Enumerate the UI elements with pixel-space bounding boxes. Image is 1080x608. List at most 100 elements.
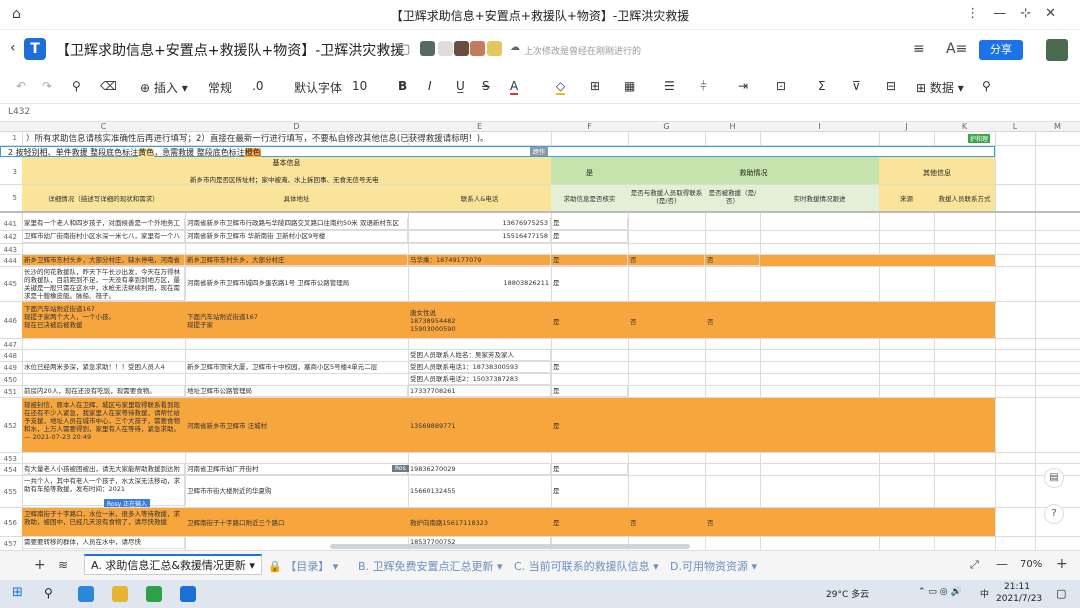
column-header[interactable]: L [995, 122, 1035, 131]
font-color-button[interactable]: A [510, 79, 519, 95]
address-cell[interactable]: 河南省新乡市卫辉市 汪城村 [185, 421, 408, 431]
column-header[interactable]: J [879, 122, 934, 131]
address-cell[interactable]: 河南省卫辉市幼厂开街村 [185, 464, 408, 475]
document-title[interactable]: 【卫辉求助信息+安置点+救援队+物资】-卫辉洪灾救援 [56, 40, 404, 60]
wechat-icon[interactable] [146, 586, 162, 602]
filter-icon[interactable]: ⊽ [852, 79, 861, 93]
verified-cell[interactable]: 是 [551, 231, 628, 243]
collaborator-avatar[interactable] [438, 41, 453, 56]
verified-cell[interactable]: 是 [551, 278, 628, 290]
contact-cell[interactable]: 18803826211 [408, 278, 551, 290]
clipboard-icon[interactable]: ▤ [1044, 468, 1064, 488]
horizontal-scrollbar[interactable] [330, 544, 690, 549]
detail-cell[interactable]: 需要要转移的群体，人员在水中，请尽快 [22, 537, 185, 549]
detail-cell[interactable]: 有大量老人小孩被困被出，请无大家能帮助救援到达附近 [22, 464, 185, 475]
row-number[interactable]: 441 [0, 220, 20, 228]
detail-cell[interactable]: 前房内20人，现在还没有吃饭，现需要食物。 [22, 386, 185, 397]
verified-cell[interactable]: 是 [551, 421, 628, 431]
row-number[interactable]: 446 [0, 317, 20, 325]
format-painter-icon[interactable]: ⚲ [72, 79, 81, 93]
redo-icon[interactable]: ↷ [42, 79, 52, 93]
menu-icon[interactable]: ≡ [913, 41, 925, 57]
italic-button[interactable]: I [428, 79, 432, 93]
contact-cell[interactable]: 马华乘：18749177079 [408, 255, 551, 266]
address-cell[interactable]: 新乡卫辉市顶宋大厦，卫辉市十中校园，塞商小区5号楼4单元二层 [185, 362, 408, 373]
decimal-button[interactable]: .0 [252, 79, 263, 93]
detail-cell[interactable]: 新乡卫辉市东村头乡，大部分村庄，缺水停电，河南省新乡卫辉市东村头乡，大部分村庄 [22, 255, 185, 266]
row-number[interactable]: 454 [0, 466, 20, 474]
row-number[interactable]: 450 [0, 376, 20, 384]
contact-cell[interactable]: 15516477158 [408, 231, 551, 243]
clear-format-icon[interactable]: ⌫ [100, 79, 117, 93]
number-format-select[interactable]: 常规 [208, 79, 232, 96]
detail-cell[interactable]: 长沙的何花救援队，昨天下午长沙出发，今天在万得林的救援队，目前距到不足，一天没有… [22, 267, 185, 301]
verified-cell[interactable]: 是 [551, 362, 628, 373]
notifications-icon[interactable]: ▢ [1056, 587, 1066, 600]
contact-cell[interactable]: 唐女性说 18738954482 15903000590 [408, 308, 551, 336]
column-header[interactable]: E [408, 122, 551, 131]
fill-color-icon[interactable]: ◇ [556, 79, 566, 95]
column-header[interactable]: M [1035, 122, 1080, 131]
row-number[interactable]: 451 [0, 388, 20, 396]
edge-browser-icon[interactable] [78, 586, 94, 602]
rescued-cell[interactable]: 否 [705, 518, 760, 528]
zoom-level[interactable]: 70% [1020, 559, 1042, 570]
font-size-select[interactable]: 10 [352, 79, 367, 93]
sheet-tab[interactable]: B. 卫辉免费安置点汇总更新 ▾ [358, 558, 503, 574]
contact-cell[interactable]: 19836270029 [408, 464, 551, 475]
fit-screen-icon[interactable]: ⤢ [970, 558, 979, 572]
window-controls[interactable]: ⋮—⊹✕ [966, 6, 1070, 21]
clock-time[interactable]: 21:11 [1004, 582, 1030, 592]
status-tag[interactable]: 跨作 [530, 147, 549, 156]
contacted-cell[interactable]: 否 [628, 255, 705, 266]
font-style-icon[interactable]: A≡ [946, 41, 967, 57]
conditional-format-icon[interactable]: ⊟ [886, 79, 896, 93]
row-number[interactable]: 3 [0, 168, 20, 176]
row-number[interactable]: 443 [0, 246, 20, 254]
bold-button[interactable]: B [398, 79, 407, 93]
contacted-cell[interactable]: 否 [628, 518, 705, 528]
sheet-tab[interactable]: 🔒 【目录】 ▾ [268, 558, 338, 574]
tencent-docs-icon[interactable] [180, 586, 196, 602]
tray-icons[interactable]: ⌃ ▭ ◎ 🔊 [918, 587, 962, 597]
collaborator-avatar[interactable] [470, 41, 485, 56]
column-header[interactable]: G [628, 122, 705, 131]
row-number[interactable]: 456 [0, 519, 20, 527]
collaborator-avatar[interactable] [487, 41, 502, 56]
column-header[interactable]: K [934, 122, 995, 131]
strikethrough-button[interactable]: S [482, 79, 490, 93]
address-cell[interactable]: 卫辉市市街大楼附近的华夏购 [185, 486, 408, 497]
spreadsheet-grid[interactable]: 1 ）所有求助信息请核实准确性后再进行填写；2）直接在最新一行进行填写，不要私自… [0, 132, 1080, 550]
row-number[interactable]: 444 [0, 257, 20, 265]
column-header[interactable]: C [22, 122, 185, 131]
verified-cell[interactable]: 是 [551, 317, 628, 327]
sheet-tab[interactable]: D.可用物资资源 ▾ [670, 558, 757, 574]
verified-cell[interactable]: 是 [551, 386, 628, 397]
user-avatar[interactable] [1046, 39, 1068, 61]
doc-info-icon[interactable]: ▢ [398, 42, 410, 57]
clock-date[interactable]: 2021/7/23 [996, 594, 1042, 604]
insert-button[interactable]: ⊕ 插入 ▾ [140, 79, 188, 96]
sum-icon[interactable]: Σ [818, 79, 826, 93]
weather-widget[interactable]: 29°C 多云 [826, 587, 869, 600]
share-button[interactable]: 分享 [979, 40, 1023, 60]
row-number[interactable]: 442 [0, 233, 20, 241]
detail-cell[interactable]: 现被封信，原本人在卫辉，城区与家里取得联系看到现在还有不少人紧急，我家里人在家等… [22, 400, 185, 450]
row-number[interactable]: 452 [0, 422, 20, 430]
contact-cell[interactable]: 13569889771 [408, 421, 551, 431]
row-number[interactable]: 445 [0, 280, 20, 288]
contact-cell[interactable]: 受困人员联系人姓名：吴家芳及家人 [408, 350, 551, 361]
row-number[interactable]: 1 [0, 134, 20, 142]
rescued-cell[interactable]: 否 [705, 255, 760, 266]
merge-cells-icon[interactable]: ▦ [624, 79, 635, 93]
row-number[interactable]: 457 [0, 540, 20, 548]
contact-cell[interactable]: 15660132455 [408, 486, 551, 497]
wrap-text-icon[interactable]: ⇥ [738, 79, 748, 93]
contact-cell[interactable]: 受困人员联系电话2：15037387283 [408, 374, 551, 385]
search-icon[interactable]: ⚲ [982, 79, 991, 93]
zoom-in-icon[interactable]: + [1056, 556, 1068, 572]
address-cell[interactable]: 卫辉南街子十字路口附近三个路口 [185, 518, 408, 528]
border-icon[interactable]: ⊞ [590, 79, 600, 93]
sheet-list-icon[interactable]: ≋ [58, 558, 68, 572]
help-icon[interactable]: ? [1044, 504, 1064, 524]
